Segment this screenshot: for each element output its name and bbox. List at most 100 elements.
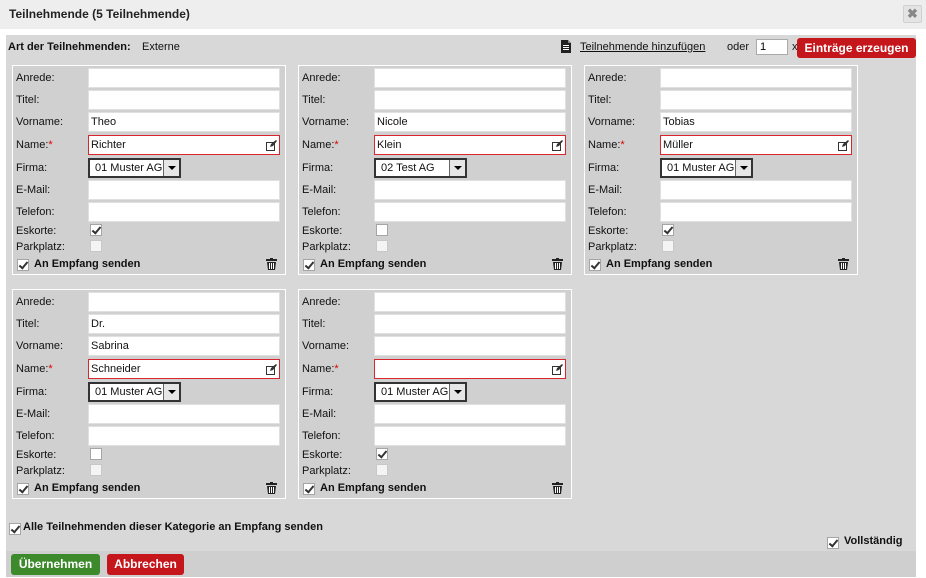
vorname-field[interactable]: Nicole <box>374 112 566 132</box>
trash-icon[interactable] <box>266 258 277 270</box>
email-field[interactable] <box>88 180 280 200</box>
eskorte-label: Eskorte: <box>302 449 343 461</box>
edit-icon[interactable] <box>552 364 563 375</box>
email-field[interactable] <box>660 180 852 200</box>
telefon-label: Telefon: <box>16 206 55 218</box>
send-all-checkbox[interactable] <box>9 523 21 535</box>
firma-label: Firma: <box>302 386 334 398</box>
trash-icon[interactable] <box>838 258 849 270</box>
participants-dialog: Teilnehmende (5 Teilnehmende) ✖ Art der … <box>0 0 926 578</box>
vorname-field[interactable]: Sabrina <box>88 336 280 356</box>
send-to-reception-checkbox[interactable] <box>303 483 315 495</box>
send-to-reception-checkbox[interactable] <box>17 483 29 495</box>
titel-field[interactable] <box>374 314 566 334</box>
parking-checkbox[interactable] <box>376 240 388 252</box>
name-field[interactable]: Schneider <box>88 359 280 379</box>
parking-checkbox[interactable] <box>90 464 102 476</box>
telefon-label: Telefon: <box>302 430 341 442</box>
anrede-field[interactable] <box>374 68 566 88</box>
firma-label: Firma: <box>16 386 48 398</box>
name-label: Name:* <box>302 363 339 375</box>
trash-icon[interactable] <box>552 258 563 270</box>
firma-label: Firma: <box>16 162 48 174</box>
email-field[interactable] <box>88 404 280 424</box>
company-select[interactable]: 01 Muster AG <box>660 158 753 178</box>
apply-button[interactable]: Übernehmen <box>11 554 100 575</box>
titel-label: Titel: <box>302 94 326 106</box>
escort-checkbox[interactable] <box>90 448 102 460</box>
parking-checkbox[interactable] <box>376 464 388 476</box>
telefon-field[interactable] <box>88 202 280 222</box>
vorname-field[interactable]: Tobias <box>660 112 852 132</box>
email-field[interactable] <box>374 180 566 200</box>
titel-field[interactable]: Dr. <box>88 314 280 334</box>
company-select[interactable]: 01 Muster AG <box>374 382 467 402</box>
close-icon[interactable]: ✖ <box>903 5 922 23</box>
escort-checkbox[interactable] <box>376 448 388 460</box>
complete-checkbox[interactable] <box>827 537 839 549</box>
titel-field[interactable] <box>88 90 280 110</box>
participant-card: Anrede: Titel: Vorname: Theo Name:* Richter Fi… <box>12 65 286 275</box>
edit-icon[interactable] <box>266 140 277 151</box>
vorname-field[interactable] <box>374 336 566 356</box>
add-participants-link[interactable]: Teilnehmende hinzufügen <box>580 41 705 53</box>
participant-card: Anrede: Titel: Vorname: Tobias Name:* Müller F… <box>584 65 858 275</box>
anrede-field[interactable] <box>88 68 280 88</box>
parking-checkbox[interactable] <box>662 240 674 252</box>
eskorte-label: Eskorte: <box>16 225 57 237</box>
email-field[interactable] <box>374 404 566 424</box>
telefon-field[interactable] <box>660 202 852 222</box>
escort-checkbox[interactable] <box>90 224 102 236</box>
dialog-title: Teilnehmende (5 Teilnehmende) <box>9 7 190 21</box>
company-select[interactable]: 01 Muster AG <box>88 158 181 178</box>
anrede-field[interactable] <box>88 292 280 312</box>
chevron-down-icon <box>735 160 751 176</box>
company-select[interactable]: 02 Test AG <box>374 158 467 178</box>
parkplatz-label: Parkplatz: <box>16 241 65 253</box>
create-entries-button[interactable]: Einträge erzeugen <box>797 38 916 58</box>
anrede-field[interactable] <box>660 68 852 88</box>
send-to-reception-label: An Empfang senden <box>320 258 427 270</box>
chevron-down-icon <box>449 384 465 400</box>
trash-icon[interactable] <box>266 482 277 494</box>
parkplatz-label: Parkplatz: <box>302 465 351 477</box>
parkplatz-label: Parkplatz: <box>16 465 65 477</box>
vorname-field[interactable]: Theo <box>88 112 280 132</box>
name-field[interactable]: Richter <box>88 135 280 155</box>
escort-checkbox[interactable] <box>662 224 674 236</box>
anrede-field[interactable] <box>374 292 566 312</box>
name-field[interactable]: Klein <box>374 135 566 155</box>
telefon-label: Telefon: <box>302 206 341 218</box>
company-select[interactable]: 01 Muster AG <box>88 382 181 402</box>
telefon-field[interactable] <box>374 202 566 222</box>
send-to-reception-checkbox[interactable] <box>589 259 601 271</box>
edit-icon[interactable] <box>838 140 849 151</box>
send-to-reception-label: An Empfang senden <box>320 482 427 494</box>
participant-card: Anrede: Titel: Dr. Vorname: Sabrina Name:* Sch… <box>12 289 286 499</box>
telefon-field[interactable] <box>88 426 280 446</box>
telefon-field[interactable] <box>374 426 566 446</box>
parking-checkbox[interactable] <box>90 240 102 252</box>
telefon-label: Telefon: <box>16 430 55 442</box>
document-icon <box>561 40 571 53</box>
titel-field[interactable] <box>374 90 566 110</box>
anrede-label: Anrede: <box>302 296 341 308</box>
vorname-label: Vorname: <box>302 340 350 352</box>
chevron-down-icon <box>163 384 179 400</box>
titel-field[interactable] <box>660 90 852 110</box>
edit-icon[interactable] <box>266 364 277 375</box>
vorname-label: Vorname: <box>16 340 64 352</box>
firma-label: Firma: <box>588 162 620 174</box>
edit-icon[interactable] <box>552 140 563 151</box>
vorname-label: Vorname: <box>16 116 64 128</box>
name-field[interactable]: Müller <box>660 135 852 155</box>
send-to-reception-checkbox[interactable] <box>303 259 315 271</box>
trash-icon[interactable] <box>552 482 563 494</box>
escort-checkbox[interactable] <box>376 224 388 236</box>
eskorte-label: Eskorte: <box>588 225 629 237</box>
telefon-label: Telefon: <box>588 206 627 218</box>
send-to-reception-checkbox[interactable] <box>17 259 29 271</box>
entry-count-input[interactable] <box>756 39 788 55</box>
cancel-button[interactable]: Abbrechen <box>107 554 184 575</box>
name-field[interactable] <box>374 359 566 379</box>
